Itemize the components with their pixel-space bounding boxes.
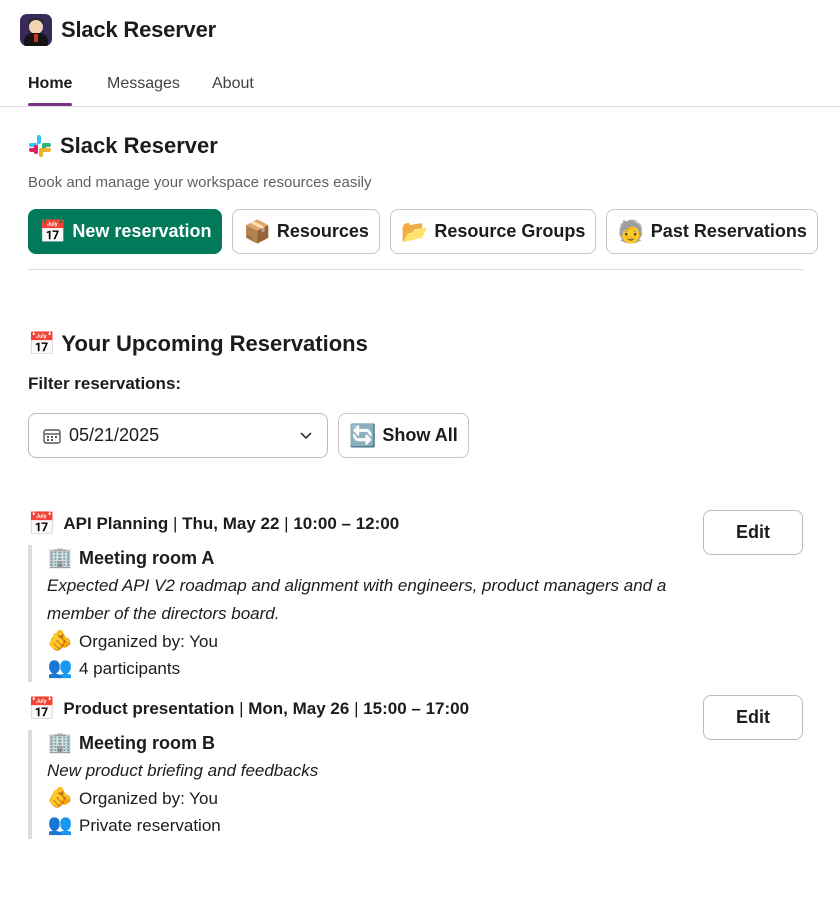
reservation-date: Thu, May 22 xyxy=(182,514,280,533)
people-icon: 👥 xyxy=(47,657,73,679)
reservation-date: Mon, May 26 xyxy=(248,699,350,718)
participants-text: Private reservation xyxy=(79,816,221,835)
reservation-name: API Planning xyxy=(63,514,169,533)
organizer-line: 🫵 Organized by: You xyxy=(47,628,688,655)
upcoming-header: 📅 Your Upcoming Reservations xyxy=(28,331,368,357)
tab-bar: Home Messages About xyxy=(0,60,840,107)
separator: | xyxy=(234,699,249,718)
filter-label: Filter reservations: xyxy=(28,374,182,393)
active-tab-indicator xyxy=(28,103,72,106)
organizer-line: 🫵 Organized by: You xyxy=(47,785,688,812)
tab-home[interactable]: Home xyxy=(28,75,72,93)
calendar-icon: 📅 xyxy=(28,331,56,356)
people-icon: 👥 xyxy=(47,814,73,836)
refresh-icon: 🔄 xyxy=(349,422,377,448)
room-name: Meeting room B xyxy=(79,733,216,753)
participants-line: 👥 Private reservation xyxy=(47,812,688,839)
divider xyxy=(28,269,803,270)
tab-messages[interactable]: Messages xyxy=(107,75,180,93)
participants-text: 4 participants xyxy=(79,659,181,678)
resource-groups-label: Resource Groups xyxy=(434,221,586,241)
home-header: Slack Reserver xyxy=(28,133,218,159)
room-line: 🏢 Meeting room B xyxy=(47,730,688,757)
calendar-icon: 📅 xyxy=(28,696,56,721)
folder-icon: 📂 xyxy=(400,218,429,244)
show-all-label: Show All xyxy=(382,425,458,445)
separator: | xyxy=(279,514,294,533)
action-buttons: 📅 New reservation 📦 Resources 📂 Resource… xyxy=(28,209,818,254)
home-subtitle: Book and manage your workspace resources… xyxy=(28,174,372,191)
reservation-item: 📅 API Planning | Thu, May 22 | 10:00 – 1… xyxy=(28,511,688,682)
reservation-header: 📅 Product presentation | Mon, May 26 | 1… xyxy=(28,696,688,722)
edit-button[interactable]: Edit xyxy=(703,510,803,555)
building-icon: 🏢 xyxy=(47,547,73,569)
reservation-time: 10:00 – 12:00 xyxy=(293,514,400,533)
past-reservations-label: Past Reservations xyxy=(650,221,807,241)
pointing-hand-icon: 🫵 xyxy=(47,787,73,809)
organizer-text: Organized by: You xyxy=(79,789,218,808)
butler-avatar-icon xyxy=(20,14,52,46)
home-title: Slack Reserver xyxy=(60,133,218,158)
participants-line: 👥 4 participants xyxy=(47,655,688,682)
chevron-down-icon xyxy=(300,432,312,440)
reservation-item: 📅 Product presentation | Mon, May 26 | 1… xyxy=(28,696,688,839)
building-icon: 🏢 xyxy=(47,732,73,754)
reservation-description: New product briefing and feedbacks xyxy=(47,761,319,780)
edit-button[interactable]: Edit xyxy=(703,695,803,740)
new-reservation-label: New reservation xyxy=(72,221,212,241)
resources-button[interactable]: 📦 Resources xyxy=(232,209,380,254)
calendar-icon: 📅 xyxy=(39,218,67,244)
reservation-description: Expected API V2 roadmap and alignment wi… xyxy=(47,576,667,623)
reservation-name: Product presentation xyxy=(63,699,235,718)
organizer-text: Organized by: You xyxy=(79,632,218,651)
room-name: Meeting room A xyxy=(79,548,215,568)
tab-about[interactable]: About xyxy=(212,75,254,93)
resources-label: Resources xyxy=(276,221,369,241)
date-filter-picker[interactable]: 05/21/2025 xyxy=(28,413,328,458)
date-filter-value: 05/21/2025 xyxy=(69,425,160,445)
separator: | xyxy=(168,514,183,533)
calendar-grid-icon xyxy=(43,428,61,444)
reservation-details: 🏢 Meeting room B New product briefing an… xyxy=(28,730,688,839)
app-header: Slack Reserver xyxy=(20,13,216,47)
reservation-details: 🏢 Meeting room A Expected API V2 roadmap… xyxy=(28,545,688,682)
show-all-button[interactable]: 🔄 Show All xyxy=(338,413,469,458)
new-reservation-button[interactable]: 📅 New reservation xyxy=(28,209,223,254)
resource-groups-button[interactable]: 📂 Resource Groups xyxy=(389,209,597,254)
app-title: Slack Reserver xyxy=(61,17,216,42)
pointing-hand-icon: 🫵 xyxy=(47,630,73,652)
room-line: 🏢 Meeting room A xyxy=(47,545,688,572)
separator: | xyxy=(349,699,364,718)
past-reservations-button[interactable]: 🧓 Past Reservations xyxy=(606,209,818,254)
calendar-icon: 📅 xyxy=(28,511,56,536)
older-person-icon: 🧓 xyxy=(617,218,645,244)
reservation-time: 15:00 – 17:00 xyxy=(363,699,470,718)
reservation-header: 📅 API Planning | Thu, May 22 | 10:00 – 1… xyxy=(28,511,688,537)
slack-logo-icon xyxy=(29,135,51,157)
package-icon: 📦 xyxy=(243,218,271,244)
upcoming-title: Your Upcoming Reservations xyxy=(61,331,368,356)
